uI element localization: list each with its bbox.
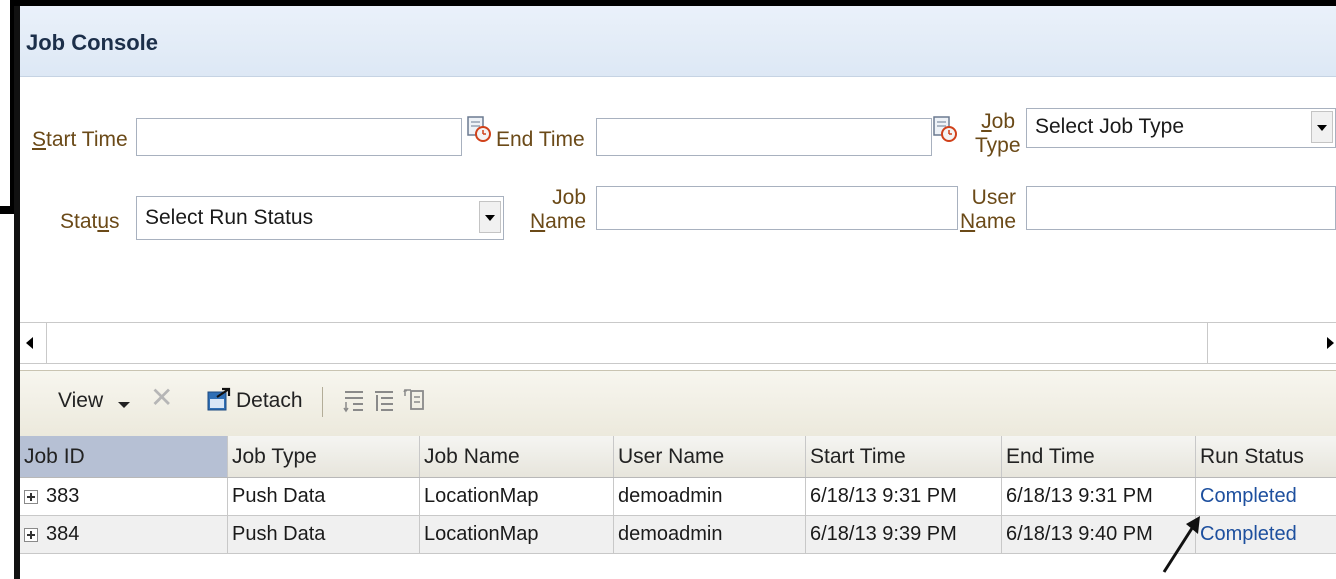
column-header-start-time[interactable]: Start Time [806,436,1002,477]
run-status-link[interactable]: Completed [1200,523,1297,546]
scroll-left-icon[interactable] [26,337,33,349]
job-name-input[interactable] [596,186,958,230]
chevron-down-icon[interactable] [118,402,130,408]
user-name-cell: demoadmin [614,478,806,515]
job-type-select[interactable]: Select Job Type [1026,108,1336,148]
start-time-input[interactable] [136,118,462,156]
scroll-right-icon[interactable] [1327,337,1334,349]
end-time-input[interactable] [596,118,932,156]
expand-icon[interactable] [24,527,38,542]
user-name-cell: demoadmin [614,516,806,553]
run-status-cell: Completed [1196,516,1336,553]
title-bar: Job Console [20,6,1336,77]
start-time-label: Start Time [32,128,128,151]
status-label: Status [60,210,120,233]
user-name-label: User Name [959,186,1016,233]
job-type-cell: Push Data [228,516,420,553]
job-id-cell: 384 [20,516,228,553]
page-title: Job Console [26,30,159,55]
status-select[interactable]: Select Run Status [136,196,504,240]
job-console-panel: Job Console Start Time End Time Job Type … [20,6,1336,579]
run-status-link[interactable]: Completed [1200,485,1297,508]
job-type-selected: Select Job Type [1035,115,1185,138]
column-header-run-status[interactable]: Run Status [1196,436,1336,477]
table-row[interactable]: 383 Push Data LocationMap demoadmin 6/18… [20,478,1336,516]
job-type-cell: Push Data [228,478,420,515]
column-header-job-id[interactable]: Job ID [20,436,228,477]
toolbar-divider [322,387,323,417]
column-header-user-name[interactable]: User Name [614,436,806,477]
column-header-job-type[interactable]: Job Type [228,436,420,477]
job-id-cell: 383 [20,478,228,515]
end-time-label: End Time [496,128,585,151]
job-name-label: Job Name [530,186,587,233]
reorder-icon[interactable] [402,387,426,413]
detach-icon[interactable] [207,387,231,411]
end-time-calendar-icon[interactable] [932,114,958,144]
annotation-arrow-icon [1162,516,1200,573]
backdrop-window-edge [0,0,10,206]
end-time-cell: 6/18/13 9:31 PM [1002,478,1196,515]
user-name-input[interactable] [1026,186,1336,230]
job-type-label: Job Type [975,110,1021,157]
freeze-icon[interactable] [372,387,396,413]
detach-button[interactable]: Detach [236,389,303,413]
status-dropdown-icon[interactable] [479,201,501,233]
start-time-calendar-icon[interactable] [466,114,492,144]
job-name-cell: LocationMap [420,516,614,553]
delete-icon[interactable]: ✕ [150,381,173,414]
view-menu-button[interactable]: View [58,389,103,413]
run-status-cell: Completed [1196,478,1336,515]
table-header-row: Job ID Job Type Job Name User Name Start… [20,436,1336,478]
table-row[interactable]: 384 Push Data LocationMap demoadmin 6/18… [20,516,1336,554]
horizontal-scrollbar[interactable] [20,322,1336,364]
column-header-end-time[interactable]: End Time [1002,436,1196,477]
wrap-icon[interactable] [342,387,366,413]
backdrop-frame-left [0,0,14,214]
table-toolbar: View ✕ Detach [20,370,1336,437]
status-selected: Select Run Status [145,206,314,229]
expand-icon[interactable] [24,489,38,504]
scroll-track[interactable] [46,323,1208,363]
job-name-cell: LocationMap [420,478,614,515]
job-type-dropdown-icon[interactable] [1311,111,1333,143]
column-header-job-name[interactable]: Job Name [420,436,614,477]
start-time-cell: 6/18/13 9:39 PM [806,516,1002,553]
start-time-cell: 6/18/13 9:31 PM [806,478,1002,515]
